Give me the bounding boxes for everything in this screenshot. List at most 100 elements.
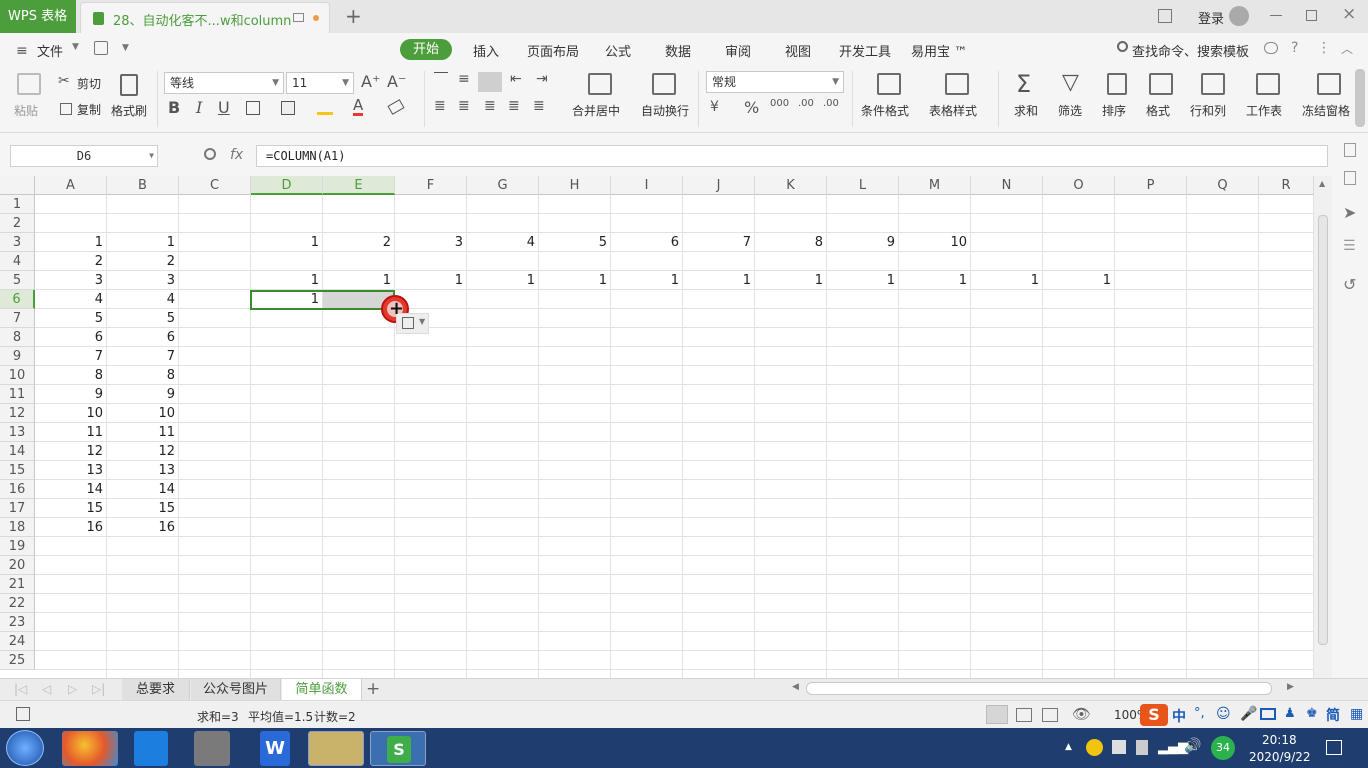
column-header-f[interactable]: F	[395, 176, 467, 195]
cell-i3[interactable]: 6	[611, 233, 683, 252]
cell-f5[interactable]: 1	[395, 271, 467, 290]
decrease-decimal-icon[interactable]: .00	[823, 98, 839, 109]
table-style-button[interactable]: 表格样式	[929, 102, 977, 119]
cell-b14[interactable]: 12	[107, 442, 179, 461]
cell-a13[interactable]: 11	[35, 423, 107, 442]
cell-b16[interactable]: 14	[107, 480, 179, 499]
format-painter-icon[interactable]	[120, 74, 138, 96]
punctuation-icon[interactable]: °,	[1194, 706, 1205, 721]
column-header-j[interactable]: J	[683, 176, 755, 195]
scroll-up-button[interactable]: ▲	[1314, 176, 1332, 195]
filter-button[interactable]: 筛选	[1058, 102, 1082, 119]
more-icon[interactable]: ⋮	[1317, 40, 1331, 56]
layout-icon[interactable]	[1158, 9, 1172, 23]
column-header-l[interactable]: L	[827, 176, 899, 195]
font-name-select[interactable]: 等线 ▼	[164, 72, 284, 94]
cell-d3[interactable]: 1	[251, 233, 323, 252]
table-style-icon[interactable]	[945, 73, 969, 95]
login-link[interactable]: 登录	[1198, 8, 1224, 27]
row-header-15[interactable]: 15	[0, 461, 35, 480]
cut-button[interactable]: 剪切	[77, 75, 101, 92]
cell-b8[interactable]: 6	[107, 328, 179, 347]
column-header-k[interactable]: K	[755, 176, 827, 195]
comment-icon[interactable]	[1264, 42, 1278, 54]
selected-cell-box[interactable]	[250, 290, 395, 310]
action-center-icon[interactable]	[1326, 740, 1342, 755]
tab-home[interactable]: 开始	[400, 39, 452, 60]
voice-icon[interactable]: 🎤	[1240, 706, 1257, 722]
new-tab-button[interactable]: +	[345, 4, 362, 28]
align-left-icon[interactable]: ≣	[434, 98, 446, 114]
settings-sliders-icon[interactable]: ☰	[1343, 238, 1356, 254]
number-format-select[interactable]: 常规 ▼	[706, 71, 844, 93]
fill-pattern-icon[interactable]	[281, 101, 295, 115]
history-icon[interactable]: ↺	[1343, 275, 1356, 294]
cell-b3[interactable]: 1	[107, 233, 179, 252]
sheet-tab-1[interactable]: 公众号图片	[191, 679, 281, 701]
cell-a4[interactable]: 2	[35, 252, 107, 271]
worksheet-icon[interactable]	[1256, 73, 1280, 95]
keyboard-icon[interactable]	[1260, 708, 1276, 720]
scissors-icon[interactable]: ✂	[58, 73, 70, 89]
cell-k3[interactable]: 8	[755, 233, 827, 252]
vertical-scroll-thumb[interactable]	[1318, 215, 1328, 645]
cell-j3[interactable]: 7	[683, 233, 755, 252]
name-box[interactable]: D6 ▼	[10, 145, 158, 167]
command-search[interactable]: 查找命令、搜索模板	[1132, 41, 1249, 60]
row-header-11[interactable]: 11	[0, 385, 35, 404]
ime-menu-icon[interactable]: ▦	[1350, 706, 1363, 722]
first-sheet-icon[interactable]: |◁	[14, 682, 27, 696]
cell-m5[interactable]: 1	[899, 271, 971, 290]
decrease-font-icon[interactable]: A⁻	[387, 72, 406, 91]
pointer-icon[interactable]: ➤	[1343, 203, 1356, 222]
paste-icon[interactable]	[17, 73, 41, 95]
row-header-13[interactable]: 13	[0, 423, 35, 442]
cell-h5[interactable]: 1	[539, 271, 611, 290]
tray-app-icon[interactable]	[1086, 739, 1103, 756]
panel-edit-icon[interactable]	[1344, 171, 1356, 185]
cell-a9[interactable]: 7	[35, 347, 107, 366]
merge-center-icon[interactable]	[588, 73, 612, 95]
cell-b9[interactable]: 7	[107, 347, 179, 366]
cell-b10[interactable]: 8	[107, 366, 179, 385]
sort-button[interactable]: 排序	[1102, 102, 1126, 119]
align-right-icon[interactable]: ≣	[484, 98, 496, 114]
eraser-icon[interactable]	[387, 99, 405, 115]
cell-b5[interactable]: 3	[107, 271, 179, 290]
cell-a8[interactable]: 6	[35, 328, 107, 347]
cell-m3[interactable]: 10	[899, 233, 971, 252]
fx-icon[interactable]: fx	[230, 147, 243, 163]
row-header-5[interactable]: 5	[0, 271, 35, 290]
row-header-24[interactable]: 24	[0, 632, 35, 651]
tray-device-icon[interactable]	[1136, 740, 1148, 755]
bold-icon[interactable]: B	[168, 98, 180, 117]
merge-center-button[interactable]: 合并居中	[572, 102, 620, 119]
clock-time[interactable]: 20:18	[1262, 733, 1297, 747]
macro-icon[interactable]	[16, 707, 30, 721]
fill-color-icon[interactable]	[317, 101, 333, 115]
notification-badge[interactable]: 34	[1211, 736, 1235, 760]
copy-button[interactable]: 复制	[77, 101, 101, 118]
cell-a7[interactable]: 5	[35, 309, 107, 328]
freeze-pane-button[interactable]: 冻结窗格	[1302, 102, 1350, 119]
cell-e3[interactable]: 2	[323, 233, 395, 252]
cell-a11[interactable]: 9	[35, 385, 107, 404]
cell-a14[interactable]: 12	[35, 442, 107, 461]
collapse-ribbon-icon[interactable]: ︿	[1341, 40, 1353, 57]
cell-e5[interactable]: 1	[323, 271, 395, 290]
worksheet-button[interactable]: 工作表	[1246, 102, 1282, 119]
cell-a18[interactable]: 16	[35, 518, 107, 537]
increase-decimal-icon[interactable]: .00	[798, 98, 814, 109]
page-break-view-icon[interactable]	[1016, 708, 1032, 722]
column-header-n[interactable]: N	[971, 176, 1043, 195]
cell-b12[interactable]: 10	[107, 404, 179, 423]
cell-b6[interactable]: 4	[107, 290, 179, 309]
sum-icon[interactable]: Σ	[1016, 70, 1031, 98]
quick-access-dropdown-icon[interactable]: ▼	[122, 43, 129, 53]
sogou-ime-icon[interactable]: S	[1140, 704, 1168, 726]
scroll-right-icon[interactable]: ▶	[1287, 682, 1294, 692]
row-header-6[interactable]: 6	[0, 290, 35, 309]
column-header-h[interactable]: H	[539, 176, 611, 195]
tab-developer[interactable]: 开发工具	[839, 41, 891, 60]
cell-i5[interactable]: 1	[611, 271, 683, 290]
